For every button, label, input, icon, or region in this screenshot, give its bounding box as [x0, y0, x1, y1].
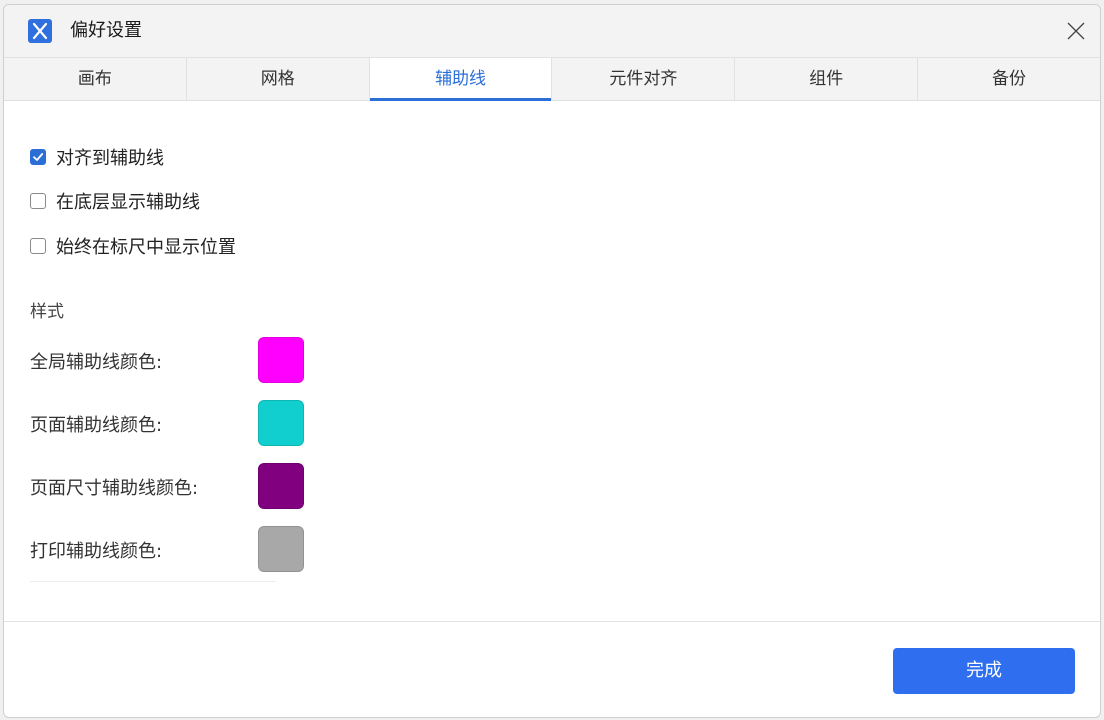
show-guides-bottom-checkbox[interactable] — [30, 193, 46, 209]
tab-grid[interactable]: 网格 — [187, 58, 370, 100]
global-guide-color-label: 全局辅助线颜色: — [30, 352, 163, 373]
tab-widget-alignment[interactable]: 元件对齐 — [552, 58, 736, 100]
close-icon — [1067, 22, 1085, 40]
always-show-position-label: 始终在标尺中显示位置 — [56, 237, 236, 258]
print-guide-color-swatch[interactable] — [258, 526, 304, 572]
page-size-guide-color-label: 页面尺寸辅助线颜色: — [30, 478, 199, 499]
window-title: 偏好设置 — [70, 20, 142, 41]
page-size-guide-color-swatch[interactable] — [258, 463, 304, 509]
page-size-guide-color-row: 页面尺寸辅助线颜色: — [30, 463, 310, 509]
show-guides-bottom-label: 在底层显示辅助线 — [56, 192, 200, 213]
page-guide-color-swatch[interactable] — [258, 400, 304, 446]
snap-to-guides-label: 对齐到辅助线 — [56, 148, 164, 169]
app-logo-icon — [28, 19, 52, 43]
tab-components[interactable]: 组件 — [735, 58, 919, 100]
tab-backup[interactable]: 备份 — [918, 58, 1100, 100]
snap-to-guides-checkbox[interactable] — [30, 149, 46, 165]
guides-settings-panel: 对齐到辅助线 在底层显示辅助线 始终在标尺中显示位置 样式 全局辅助线颜色: 页… — [4, 101, 1100, 621]
done-button[interactable]: 完成 — [893, 648, 1075, 694]
footer-divider — [4, 621, 1100, 622]
option-always-show-position[interactable]: 始终在标尺中显示位置 — [30, 234, 236, 258]
option-show-guides-bottom[interactable]: 在底层显示辅助线 — [30, 189, 200, 213]
page-guide-color-row: 页面辅助线颜色: — [30, 400, 310, 446]
always-show-position-checkbox[interactable] — [30, 238, 46, 254]
print-guide-color-label: 打印辅助线颜色: — [30, 541, 163, 562]
preferences-dialog: 偏好设置 画布 网格 辅助线 元件对齐 组件 备份 对齐到辅助线 在底层显示辅助… — [3, 4, 1101, 718]
section-divider — [30, 581, 276, 582]
close-button[interactable] — [1060, 15, 1092, 47]
global-guide-color-row: 全局辅助线颜色: — [30, 337, 310, 383]
option-snap-to-guides[interactable]: 对齐到辅助线 — [30, 145, 164, 169]
tab-guides[interactable]: 辅助线 — [369, 58, 553, 101]
tab-canvas[interactable]: 画布 — [4, 58, 187, 100]
page-guide-color-label: 页面辅助线颜色: — [30, 415, 163, 436]
checkmark-icon — [33, 153, 44, 161]
tab-bar: 画布 网格 辅助线 元件对齐 组件 备份 — [4, 57, 1100, 101]
global-guide-color-swatch[interactable] — [258, 337, 304, 383]
style-section-heading: 样式 — [30, 302, 64, 322]
print-guide-color-row: 打印辅助线颜色: — [30, 526, 310, 572]
title-bar: 偏好设置 — [4, 5, 1100, 57]
